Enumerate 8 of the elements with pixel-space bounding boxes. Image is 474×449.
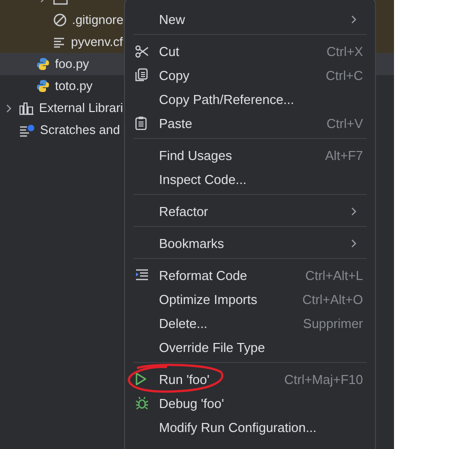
shortcut-text: Ctrl+V [326,116,364,130]
shortcut-text: Ctrl+C [326,68,364,82]
shortcut-text: Supprimer [303,316,364,330]
shortcut-text: Ctrl+Alt+L [305,268,364,282]
shortcut-text: Ctrl+Maj+F10 [284,372,364,386]
shortcut-text: Alt+F7 [325,148,364,162]
shortcut-text: Ctrl+X [326,44,364,58]
shortcut-text: Ctrl+Alt+O [302,292,364,306]
